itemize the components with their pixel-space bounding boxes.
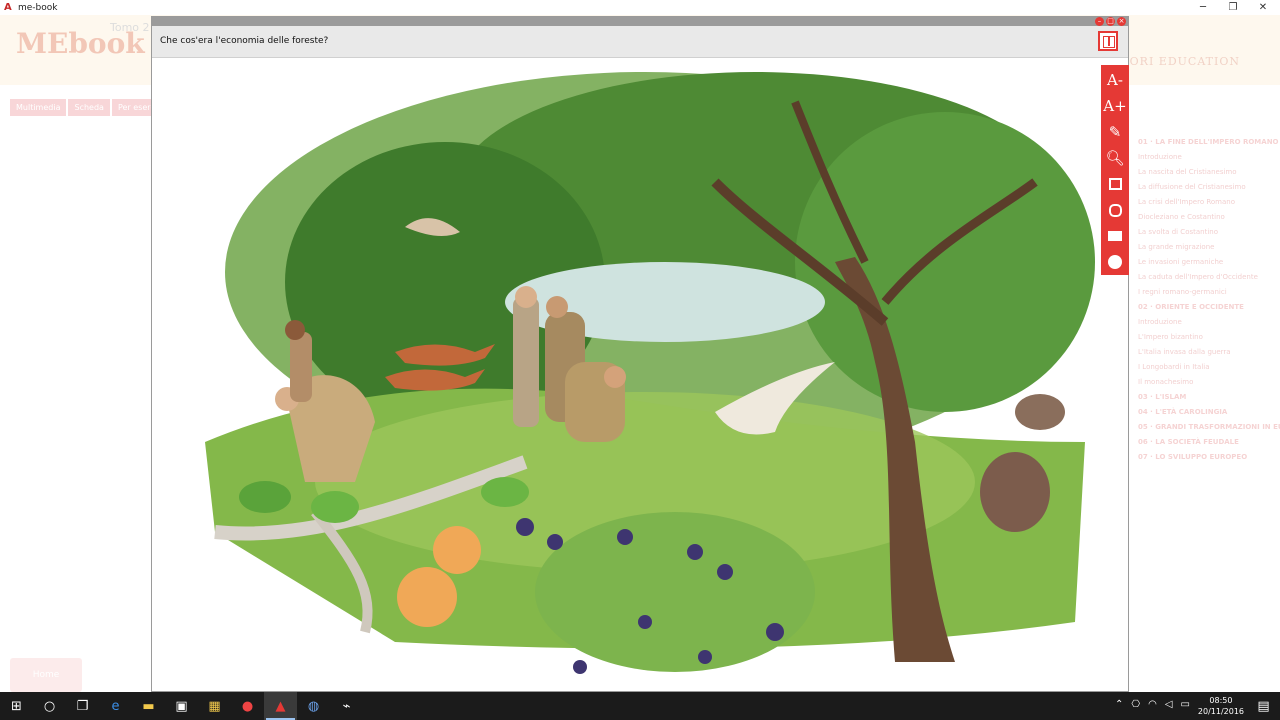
mebook-taskbar-icon[interactable]: ▲ (264, 692, 297, 720)
toc-item[interactable]: I Longobardi in Italia (1130, 360, 1280, 375)
circle-filled-icon[interactable] (1102, 249, 1128, 275)
toc-item[interactable]: Il monachesimo (1130, 375, 1280, 390)
task-view-icon[interactable]: ❐ (66, 692, 99, 720)
popup-header: Che cos'era l'economia delle foreste? (152, 26, 1128, 58)
annotation-toolbar: A- A+ ✎ 🔍︎ (1101, 65, 1129, 275)
toc-section-heading[interactable]: 07 · LO SVILUPPO EUROPEO (1130, 450, 1280, 465)
system-tray: ⌃ ⎔ ◠ ◁ ▭ (1115, 699, 1190, 710)
toc-item[interactable]: La svolta di Costantino (1130, 225, 1280, 240)
popup-topbar: – □ × (152, 17, 1128, 26)
toc-section-heading[interactable]: 01 · LA FINE DELL'IMPERO ROMANO D'OCCIDE… (1130, 135, 1280, 150)
toc-item[interactable]: La diffusione del Cristianesimo (1130, 180, 1280, 195)
globe-app-icon[interactable]: ◍ (297, 692, 330, 720)
app-logo-icon: A (4, 1, 12, 13)
network-icon[interactable]: ⎔ (1131, 699, 1140, 710)
app-title: me-book (18, 2, 58, 13)
notifications-icon[interactable]: ▤ (1247, 692, 1280, 720)
volume-label: Tomo 2 (110, 21, 150, 34)
table-of-contents: 01 · LA FINE DELL'IMPERO ROMANO D'OCCIDE… (1130, 135, 1280, 675)
toc-item[interactable]: Introduzione (1130, 150, 1280, 165)
notes-icon[interactable]: ▦ (198, 692, 231, 720)
toc-section-heading[interactable]: 02 · ORIENTE E OCCIDENTE (1130, 300, 1280, 315)
clock[interactable]: 08:50 20/11/2016 (1198, 695, 1244, 717)
clock-time: 08:50 (1209, 696, 1233, 705)
toc-section-heading[interactable]: 04 · L'ETÀ CAROLINGIA (1130, 405, 1280, 420)
close-button[interactable]: ✕ (1248, 0, 1278, 15)
minimize-button[interactable]: ─ (1188, 0, 1218, 15)
increase-font-button[interactable]: A+ (1102, 93, 1128, 119)
toc-item[interactable]: La crisi dell'Impero Romano (1130, 195, 1280, 210)
file-explorer-icon[interactable]: ▬ (132, 692, 165, 720)
decrease-font-button[interactable]: A- (1102, 67, 1128, 93)
popup-title: Che cos'era l'economia delle foreste? (160, 36, 329, 46)
maximize-button[interactable]: ❐ (1218, 0, 1248, 15)
toc-item[interactable]: Diocleziano e Costantino (1130, 210, 1280, 225)
terminal-icon[interactable]: ⌁ (330, 692, 363, 720)
toc-item[interactable]: La grande migrazione (1130, 240, 1280, 255)
edge-browser-icon[interactable]: e (99, 692, 132, 720)
toc-item[interactable]: I regni romano-germanici (1130, 285, 1280, 300)
toc-section-heading[interactable]: 05 · GRANDI TRASFORMAZIONI IN EUROPA (1130, 420, 1280, 435)
chrome-icon[interactable]: ● (231, 692, 264, 720)
toc-item[interactable]: L'Italia invasa dalla guerra (1130, 345, 1280, 360)
toc-section-heading[interactable]: 06 · LA SOCIETÀ FEUDALE (1130, 435, 1280, 450)
home-button[interactable]: Home (10, 658, 82, 692)
volume-icon[interactable]: ◁ (1165, 699, 1173, 710)
popup-close-button[interactable]: × (1117, 17, 1126, 26)
toc-item[interactable]: La caduta dell'Impero d'Occidente (1130, 270, 1280, 285)
keyboard-icon[interactable]: ▭ (1181, 699, 1190, 710)
split-view-icon[interactable] (1098, 31, 1118, 51)
toc-item[interactable]: La nascita del Cristianesimo (1130, 165, 1280, 180)
app-titlebar: A me-book ─ ❐ ✕ (0, 0, 1280, 15)
search-icon[interactable]: ○ (33, 692, 66, 720)
windows-start-icon[interactable]: ⊞ (0, 692, 33, 720)
popup-controls: – □ × (1095, 17, 1126, 26)
taskbar: ⊞ ○ ❐ e ▬ ▣ ▦ ● ▲ ◍ ⌁ ⌃ ⎔ ◠ ◁ ▭ 08:50 20… (0, 692, 1280, 720)
highlighter-icon[interactable]: ✎ (1102, 119, 1128, 145)
tab-scheda[interactable]: Scheda (68, 99, 110, 116)
store-icon[interactable]: ▣ (165, 692, 198, 720)
wifi-icon[interactable]: ◠ (1148, 699, 1157, 710)
zoom-icon[interactable]: 🔍︎ (1102, 145, 1128, 171)
toc-section-heading[interactable]: 03 · L'ISLAM (1130, 390, 1280, 405)
toc-item[interactable]: Le invasioni germaniche (1130, 255, 1280, 270)
rectangle-outline-icon[interactable] (1102, 171, 1128, 197)
rectangle-filled-icon[interactable] (1102, 223, 1128, 249)
popup-minimize-button[interactable]: – (1095, 17, 1104, 26)
toc-item[interactable]: L'Impero bizantino (1130, 330, 1280, 345)
clock-date: 20/11/2016 (1197, 707, 1244, 716)
chevron-up-icon[interactable]: ⌃ (1115, 699, 1123, 710)
popup-maximize-button[interactable]: □ (1106, 17, 1115, 26)
forest-illustration (205, 72, 1095, 674)
tab-multimedia[interactable]: Multimedia (10, 99, 67, 116)
toc-item[interactable]: Introduzione (1130, 315, 1280, 330)
circle-outline-icon[interactable] (1102, 197, 1128, 223)
